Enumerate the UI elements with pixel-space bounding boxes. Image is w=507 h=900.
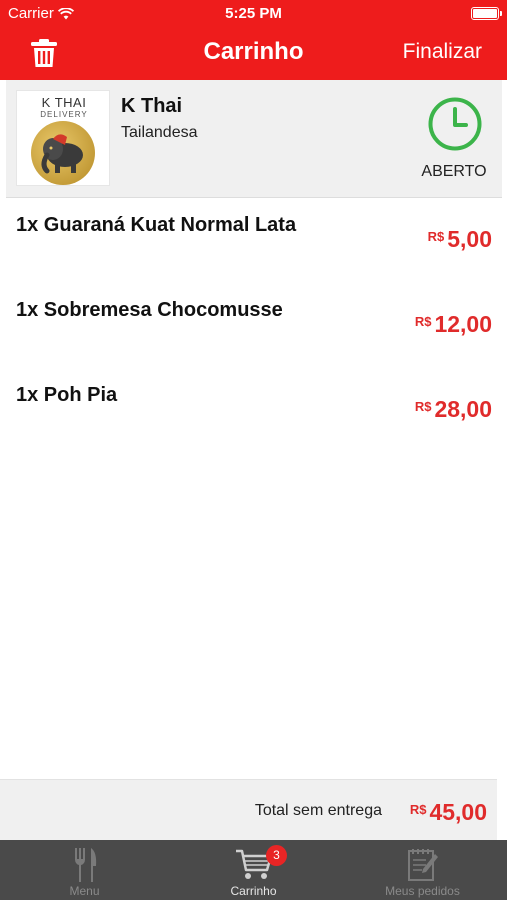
item-price: R$ 12,00 [415,311,492,338]
price-value: 12,00 [434,311,492,337]
item-price: R$ 28,00 [415,396,492,423]
tab-my-orders[interactable]: Meus pedidos [338,840,507,900]
total-price: R$ 45,00 [410,799,487,826]
item-name: 1x Poh Pia [16,384,118,406]
status-time: 5:25 PM [225,5,282,22]
restaurant-card[interactable]: K THAI DELIVERY K Thai Tailandesa ABERTO [6,80,502,198]
restaurant-logo: K THAI DELIVERY [16,90,110,186]
tab-bar: Menu Carrinho 3 Meus pedidos [0,840,507,900]
total-label: Total sem entrega [254,802,382,819]
tab-menu[interactable]: Menu [0,840,169,900]
fork-knife-icon [74,848,96,882]
total-value: 45,00 [429,799,487,825]
item-price: R$ 5,00 [428,226,492,253]
item-name: 1x Guaraná Kuat Normal Lata [16,214,297,236]
price-value: 5,00 [447,226,492,252]
notepad-icon [407,849,438,881]
restaurant-category: Tailandesa [121,124,198,141]
status-bar: Carrier 5:25 PM [0,0,507,28]
clock-icon [428,97,482,151]
currency-symbol: R$ [414,399,432,414]
cart-count-badge: 3 [266,845,287,866]
tab-label: Menu [69,884,100,898]
finalize-button[interactable]: Finalizar [403,40,482,64]
total-bar: Total sem entrega R$ 45,00 [0,779,497,840]
logo-line2: DELIVERY [40,110,88,119]
currency-symbol: R$ [414,314,432,329]
cart-item[interactable]: 1x Sobremesa Chocomusse R$ 12,00 [0,283,507,368]
tab-label: Meus pedidos [385,884,460,898]
cart-item[interactable]: 1x Poh Pia R$ 28,00 [0,368,507,453]
open-status: ABERTO [421,163,487,180]
logo-line1: K THAI [41,95,87,110]
price-value: 28,00 [434,396,492,422]
tab-label: Carrinho [230,884,277,898]
app-header: Carrier 5:25 PM Carrinho Finalizar [0,0,507,80]
currency-symbol: R$ [409,802,427,817]
restaurant-name: K Thai [121,95,183,117]
battery-icon [471,7,502,20]
item-name: 1x Sobremesa Chocomusse [16,299,283,321]
cart-item[interactable]: 1x Guaraná Kuat Normal Lata R$ 5,00 [0,198,507,283]
elephant-emblem [31,121,95,185]
tab-cart[interactable]: Carrinho [169,840,338,900]
currency-symbol: R$ [427,229,445,244]
